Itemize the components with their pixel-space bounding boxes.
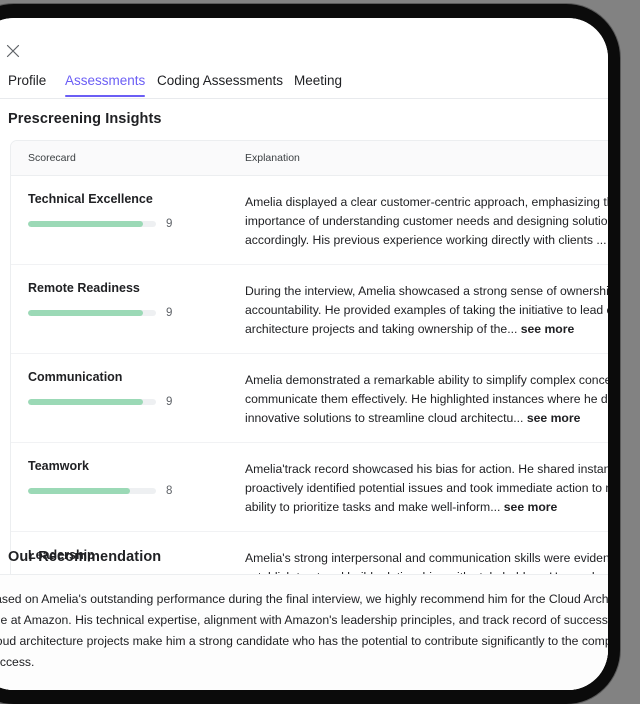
column-header-scorecard: Scorecard: [28, 152, 76, 164]
score-bar-fill: [28, 310, 144, 316]
scorecard-cell: Technical Excellence 9: [11, 176, 245, 264]
tab-profile[interactable]: Profile: [8, 66, 46, 96]
tab-meeting[interactable]: Meeting: [294, 66, 342, 96]
score-bar-fill: [28, 221, 144, 227]
see-more-link[interactable]: see more: [521, 322, 575, 336]
table-row: Technical Excellence 9 Amelia displayed a …: [11, 176, 608, 265]
explanation-ellipsis: ...: [490, 500, 501, 514]
explanation-cell: Amelia demonstrated a remarkable ability…: [245, 354, 608, 442]
score-value: 9: [166, 396, 173, 408]
recommendation-paragraph: We believe Amelia's passion for innovati…: [0, 689, 608, 690]
explanation-ellipsis: ...: [513, 411, 524, 425]
scorecard-name: Technical Excellence: [28, 192, 153, 206]
score-meter: 9: [28, 396, 245, 408]
explanation-ellipsis: ...: [596, 233, 607, 247]
recommendation-box: Based on Amelia's outstanding performanc…: [0, 574, 608, 690]
table-row: Communication 9 Amelia demonstrated a rema…: [11, 354, 608, 443]
table-row: Remote Readiness 9 During the interview, A…: [11, 265, 608, 354]
tab-assessments[interactable]: Assessments: [65, 66, 146, 97]
recommendation-paragraph: Based on Amelia's outstanding performanc…: [0, 592, 608, 669]
page-title: Prescreening Insights: [8, 111, 162, 127]
close-icon[interactable]: [4, 42, 22, 60]
column-header-explanation: Explanation: [245, 152, 300, 164]
scorecard-name: Communication: [28, 370, 123, 384]
score-bar-track: [28, 399, 156, 405]
explanation-text: Amelia displayed a clear customer-centri…: [245, 195, 608, 247]
scorecard-name: Remote Readiness: [28, 281, 140, 295]
score-value: 9: [166, 307, 173, 319]
page-content: Profile Assessments Coding Assessments M…: [0, 18, 608, 690]
device-screen: Profile Assessments Coding Assessments M…: [0, 18, 608, 690]
scorecard-cell: Communication 9: [11, 354, 245, 442]
score-meter: 8: [28, 485, 245, 497]
score-bar-track: [28, 221, 156, 227]
explanation-cell: Amelia'track record showcased his bias f…: [245, 443, 608, 531]
tab-bar: Profile Assessments Coding Assessments M…: [0, 66, 608, 99]
see-more-link[interactable]: see more: [504, 500, 558, 514]
score-meter: 9: [28, 307, 245, 319]
scorecard-name: Teamwork: [28, 459, 89, 473]
see-more-link[interactable]: see more: [527, 411, 581, 425]
screenshot-root: Profile Assessments Coding Assessments M…: [0, 0, 640, 704]
score-bar-track: [28, 310, 156, 316]
scorecard-cell: Teamwork 8: [11, 443, 245, 531]
explanation-cell: Amelia displayed a clear customer-centri…: [245, 176, 608, 264]
score-bar-fill: [28, 399, 144, 405]
score-meter: 9: [28, 218, 245, 230]
score-bar-track: [28, 488, 156, 494]
score-value: 8: [166, 485, 173, 497]
score-value: 9: [166, 218, 173, 230]
explanation-ellipsis: ...: [507, 322, 518, 336]
scorecard-cell: Remote Readiness 9: [11, 265, 245, 353]
table-header-row: Scorecard Explanation: [11, 141, 608, 176]
tab-coding-assessments[interactable]: Coding Assessments: [157, 66, 283, 96]
explanation-cell: During the interview, Amelia showcased a…: [245, 265, 608, 353]
recommendation-title: Our Recommendation: [8, 549, 162, 565]
score-bar-fill: [28, 488, 131, 494]
table-row: Teamwork 8 Amelia'track record showcased h…: [11, 443, 608, 532]
